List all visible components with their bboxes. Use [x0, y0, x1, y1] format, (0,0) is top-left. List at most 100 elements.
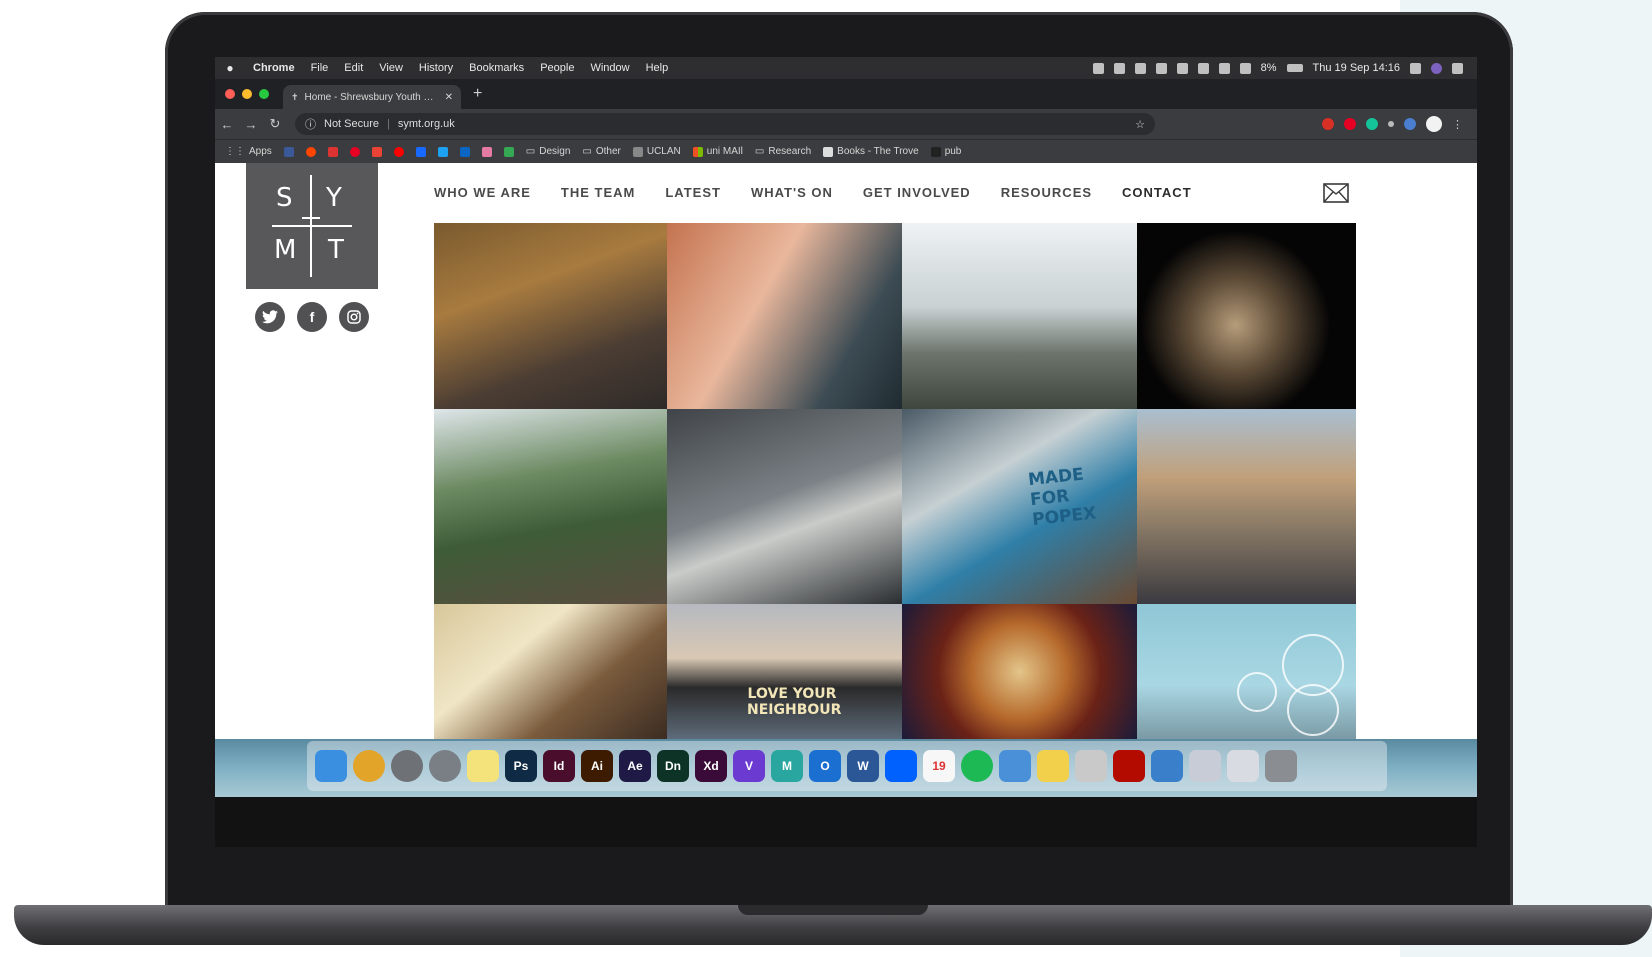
pope-logo-photo[interactable] — [1137, 604, 1356, 739]
wifi-icon[interactable] — [1218, 62, 1230, 74]
eucharist-photo[interactable] — [1137, 223, 1356, 409]
dock-spotify-icon[interactable] — [961, 750, 993, 782]
dock-system-preferences-icon[interactable] — [391, 750, 423, 782]
praying-woman-photo[interactable] — [667, 223, 902, 409]
bookmark-folder-other[interactable]: ▭ Other — [582, 146, 620, 157]
gmail-extension-icon[interactable] — [1322, 118, 1334, 130]
forward-arrow-icon[interactable]: → — [239, 117, 263, 132]
time-machine-icon[interactable] — [1176, 62, 1188, 74]
dock-documents-icon[interactable] — [1227, 750, 1259, 782]
dock-calendar-icon[interactable]: 19 — [923, 750, 955, 782]
close-tab-icon[interactable]: ✕ — [445, 92, 453, 103]
dock-m-app-icon[interactable]: M — [771, 750, 803, 782]
creative-cloud-status-icon[interactable] — [1113, 62, 1125, 74]
chrome-menu-icon[interactable]: ⋮ — [1452, 118, 1463, 131]
facebook-icon[interactable]: f — [297, 302, 327, 332]
reload-icon[interactable]: ↻ — [263, 116, 287, 132]
notification-center-icon[interactable] — [1452, 62, 1463, 74]
dock-dimension-icon[interactable]: Dn — [657, 750, 689, 782]
dock-xd-icon[interactable]: Xd — [695, 750, 727, 782]
nav-whats-on[interactable]: WHAT'S ON — [751, 185, 833, 200]
bookmark-folder-research[interactable]: ▭ Research — [755, 146, 811, 157]
pinterest-extension-icon[interactable] — [1344, 118, 1356, 130]
menu-edit[interactable]: Edit — [336, 62, 371, 74]
url-text[interactable]: symt.org.uk — [398, 118, 455, 130]
dock-after-effects-icon[interactable]: Ae — [619, 750, 651, 782]
dock-stickies-icon[interactable] — [1037, 750, 1069, 782]
bishop-group-photo[interactable] — [1137, 409, 1356, 604]
dropbox-status-icon[interactable] — [1092, 62, 1104, 74]
bookmark-books-trove[interactable]: Books - The Trove — [823, 146, 919, 157]
menu-file[interactable]: File — [303, 62, 337, 74]
nav-latest[interactable]: LATEST — [665, 185, 721, 200]
menu-bookmarks[interactable]: Bookmarks — [461, 62, 532, 74]
love-your-neighbour-photo[interactable]: LOVE YOUR NEIGHBOUR — [667, 604, 902, 739]
menu-help[interactable]: Help — [638, 62, 677, 74]
menubar-clock[interactable]: Thu 19 Sep 14:16 — [1313, 62, 1400, 74]
dock-trash-icon[interactable] — [1265, 750, 1297, 782]
profile-avatar-icon[interactable] — [1426, 116, 1442, 132]
menu-window[interactable]: Window — [582, 62, 637, 74]
dock-preview-icon[interactable] — [1075, 750, 1107, 782]
dock-network-utility-icon[interactable] — [1151, 750, 1183, 782]
dock-word-icon[interactable]: W — [847, 750, 879, 782]
stained-glass-photo[interactable] — [902, 604, 1137, 739]
twitter-icon[interactable] — [255, 302, 285, 332]
mitre-bishop-photo[interactable] — [434, 604, 667, 739]
dock-photoshop-icon[interactable]: Ps — [505, 750, 537, 782]
nav-contact[interactable]: CONTACT — [1122, 185, 1192, 200]
bookmark-icon-green[interactable] — [503, 146, 514, 157]
extension-icon[interactable] — [1388, 121, 1394, 127]
new-tab-button[interactable]: + — [461, 85, 494, 109]
menu-app-name[interactable]: Chrome — [245, 62, 303, 74]
site-logo[interactable]: S Y M T — [246, 163, 378, 289]
dock-acrobat-icon[interactable] — [1113, 750, 1145, 782]
dock-downloads-icon[interactable] — [1189, 750, 1221, 782]
menu-history[interactable]: History — [411, 62, 461, 74]
dock-launchpad-icon[interactable] — [429, 750, 461, 782]
bookmark-uclan[interactable]: UCLAN — [632, 146, 681, 157]
sync-status-icon[interactable] — [1155, 62, 1167, 74]
dock-notes-icon[interactable] — [467, 750, 499, 782]
reddit-bookmark-icon[interactable] — [305, 146, 316, 157]
dock-illustrator-icon[interactable]: Ai — [581, 750, 613, 782]
menu-people[interactable]: People — [532, 62, 582, 74]
nav-get-involved[interactable]: GET INVOLVED — [863, 185, 971, 200]
inbox-bookmark-icon[interactable] — [371, 146, 382, 157]
zoom-window-button[interactable] — [259, 89, 269, 99]
siri-icon[interactable] — [1431, 62, 1442, 74]
bookmark-uni-mail[interactable]: uni MAIl — [692, 146, 743, 157]
minimize-window-button[interactable] — [242, 89, 252, 99]
mail-envelope-icon[interactable] — [1323, 183, 1349, 203]
made-for-popex-photo[interactable]: MADE FOR POPEX — [902, 409, 1137, 604]
volume-icon[interactable] — [1239, 62, 1251, 74]
grammarly-extension-icon[interactable] — [1366, 118, 1378, 130]
congregation-photo[interactable] — [434, 223, 667, 409]
facebook-bookmark-icon[interactable] — [283, 146, 294, 157]
bookmark-icon-red[interactable] — [327, 146, 338, 157]
youtube-bookmark-icon[interactable] — [393, 146, 404, 157]
menu-view[interactable]: View — [371, 62, 411, 74]
close-window-button[interactable] — [225, 89, 235, 99]
dock-keynote-icon[interactable] — [999, 750, 1031, 782]
dock-outlook-icon[interactable]: O — [809, 750, 841, 782]
bookmark-icon-pink[interactable] — [481, 146, 492, 157]
behance-bookmark-icon[interactable] — [415, 146, 426, 157]
back-arrow-icon[interactable]: ← — [215, 117, 239, 132]
nav-resources[interactable]: RESOURCES — [1001, 185, 1092, 200]
address-bar[interactable]: ⓘ Not Secure | symt.org.uk ☆ — [295, 113, 1155, 135]
active-tab[interactable]: ✝ Home - Shrewsbury Youth Mi... ✕ — [283, 85, 461, 109]
nav-who-we-are[interactable]: WHO WE ARE — [434, 185, 531, 200]
puzzle-extension-icon[interactable] — [1404, 118, 1416, 130]
apple-menu-icon[interactable]: ● — [215, 61, 245, 75]
bookmark-apps[interactable]: ⋮⋮ Apps — [225, 146, 272, 157]
bluetooth-icon[interactable] — [1197, 62, 1209, 74]
dock-dropbox-icon[interactable] — [885, 750, 917, 782]
battery-icon[interactable] — [1286, 64, 1303, 72]
mountain-joy-photo[interactable] — [902, 223, 1137, 409]
dock-chrome-icon[interactable] — [353, 750, 385, 782]
mail-status-icon[interactable] — [1134, 62, 1146, 74]
info-icon[interactable]: ⓘ — [305, 116, 316, 132]
bookmark-star-icon[interactable]: ☆ — [1135, 118, 1145, 131]
linkedin-bookmark-icon[interactable] — [459, 146, 470, 157]
